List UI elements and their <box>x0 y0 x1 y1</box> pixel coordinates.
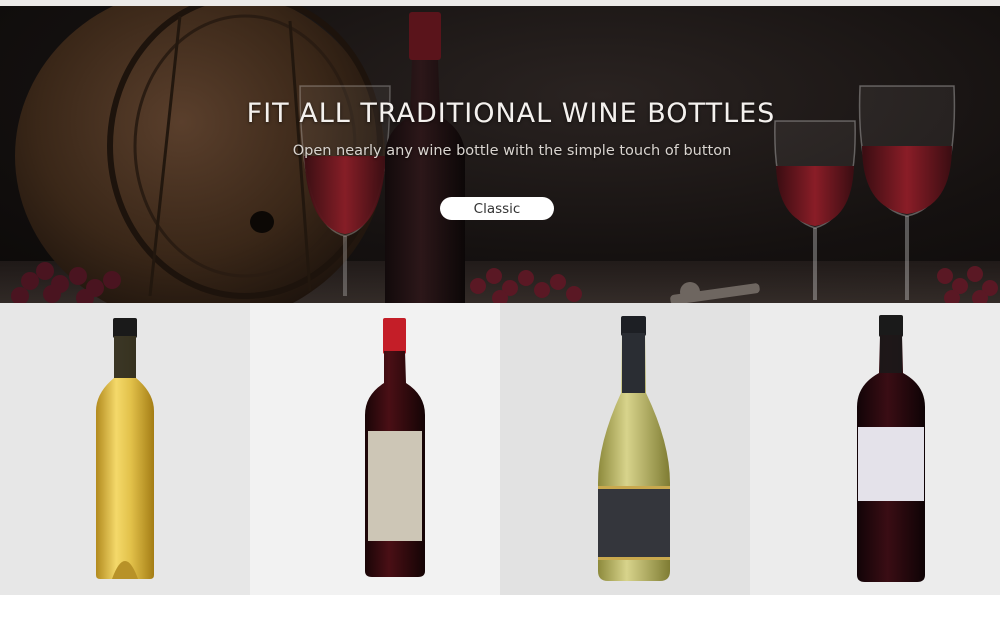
white-wine-bottle-image <box>598 316 670 581</box>
white-wine-bottle-panel <box>500 303 750 595</box>
classic-button[interactable]: Classic <box>440 197 554 220</box>
bottle-gallery <box>0 303 1000 595</box>
hero-subtitle: Open nearly any wine bottle with the sim… <box>292 143 732 159</box>
dark-red-bottle-panel <box>750 303 1000 595</box>
gold-bottle-panel <box>0 303 250 595</box>
hero-banner: FIT ALL TRADITIONAL WINE BOTTLES Open ne… <box>0 6 1000 303</box>
red-capsule-bottle-image <box>365 318 425 577</box>
dark-red-bottle-image <box>857 315 925 582</box>
red-capsule-bottle-panel <box>250 303 500 595</box>
gold-bottle-image <box>96 318 154 579</box>
hero-title: FIT ALL TRADITIONAL WINE BOTTLES <box>246 98 776 129</box>
